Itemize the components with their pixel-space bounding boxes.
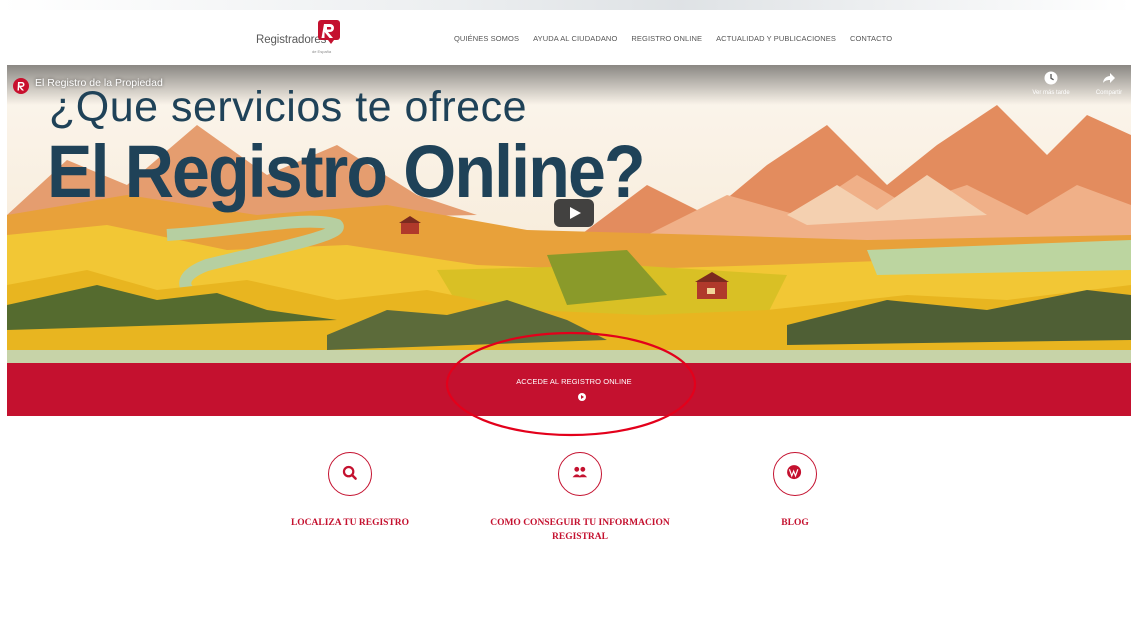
users-icon	[572, 466, 587, 478]
watch-later-label: Ver más tarde	[1032, 90, 1070, 96]
highlight-ellipse	[445, 331, 697, 437]
registradores-r-icon	[318, 20, 340, 44]
play-icon[interactable]	[554, 199, 594, 227]
feature-icon-circle[interactable]	[558, 452, 602, 496]
feature-label[interactable]: LOCALIZA TU REGISTRO	[270, 516, 430, 530]
registradores-logo[interactable]: Registradores de España	[256, 20, 346, 60]
channel-r-icon	[17, 82, 25, 91]
nav-registro-online[interactable]: REGISTRO ONLINE	[631, 34, 702, 43]
video-headline-line1: ¿Que servicios te ofrece	[49, 83, 528, 131]
site-header: Registradores de España QUIÉNES SOMOS AY…	[0, 10, 1131, 65]
watch-later-button[interactable]: Ver más tarde	[1021, 71, 1081, 96]
video-player[interactable]: El Registro de la Propiedad Ver más tard…	[7, 65, 1131, 363]
nav-ayuda-al-ciudadano[interactable]: AYUDA AL CIUDADANO	[533, 34, 617, 43]
share-icon	[1103, 73, 1115, 83]
feature-icon-circle[interactable]	[328, 452, 372, 496]
nav-actualidad-y-publicaciones[interactable]: ACTUALIDAD Y PUBLICACIONES	[716, 34, 836, 43]
youtube-channel-icon[interactable]	[13, 78, 29, 94]
feature-label[interactable]: BLOG	[735, 516, 855, 530]
nav-contacto[interactable]: CONTACTO	[850, 34, 892, 43]
main-nav: QUIÉNES SOMOS AYUDA AL CIUDADANO REGISTR…	[454, 34, 906, 43]
feature-label-line: LOCALIZA TU REGISTRO	[290, 518, 410, 528]
feature-label-line: BLOG	[781, 518, 809, 528]
share-label: Compartir	[1095, 90, 1123, 96]
feature-localiza-registro[interactable]: LOCALIZA TU REGISTRO	[270, 452, 430, 530]
logo-text: Registradores	[256, 34, 327, 46]
feature-icon-circle[interactable]	[773, 452, 817, 496]
logo-subtext: de España	[312, 49, 332, 54]
feature-label-line: COMO CONSEGUIR TU INFORMACION	[490, 518, 670, 528]
feature-blog[interactable]: BLOG	[735, 452, 855, 530]
feature-label[interactable]: COMO CONSEGUIR TU INFORMACION REGISTRAL	[475, 516, 685, 544]
wordpress-icon	[786, 465, 801, 480]
feature-informacion-registral[interactable]: COMO CONSEGUIR TU INFORMACION REGISTRAL	[475, 452, 685, 544]
share-button[interactable]: Compartir	[1087, 71, 1131, 96]
clock-icon	[1044, 71, 1058, 85]
feature-label-line: REGISTRAL	[552, 532, 608, 542]
top-rule	[0, 0, 1131, 10]
nav-quienes-somos[interactable]: QUIÉNES SOMOS	[454, 34, 519, 43]
search-icon	[342, 465, 357, 480]
